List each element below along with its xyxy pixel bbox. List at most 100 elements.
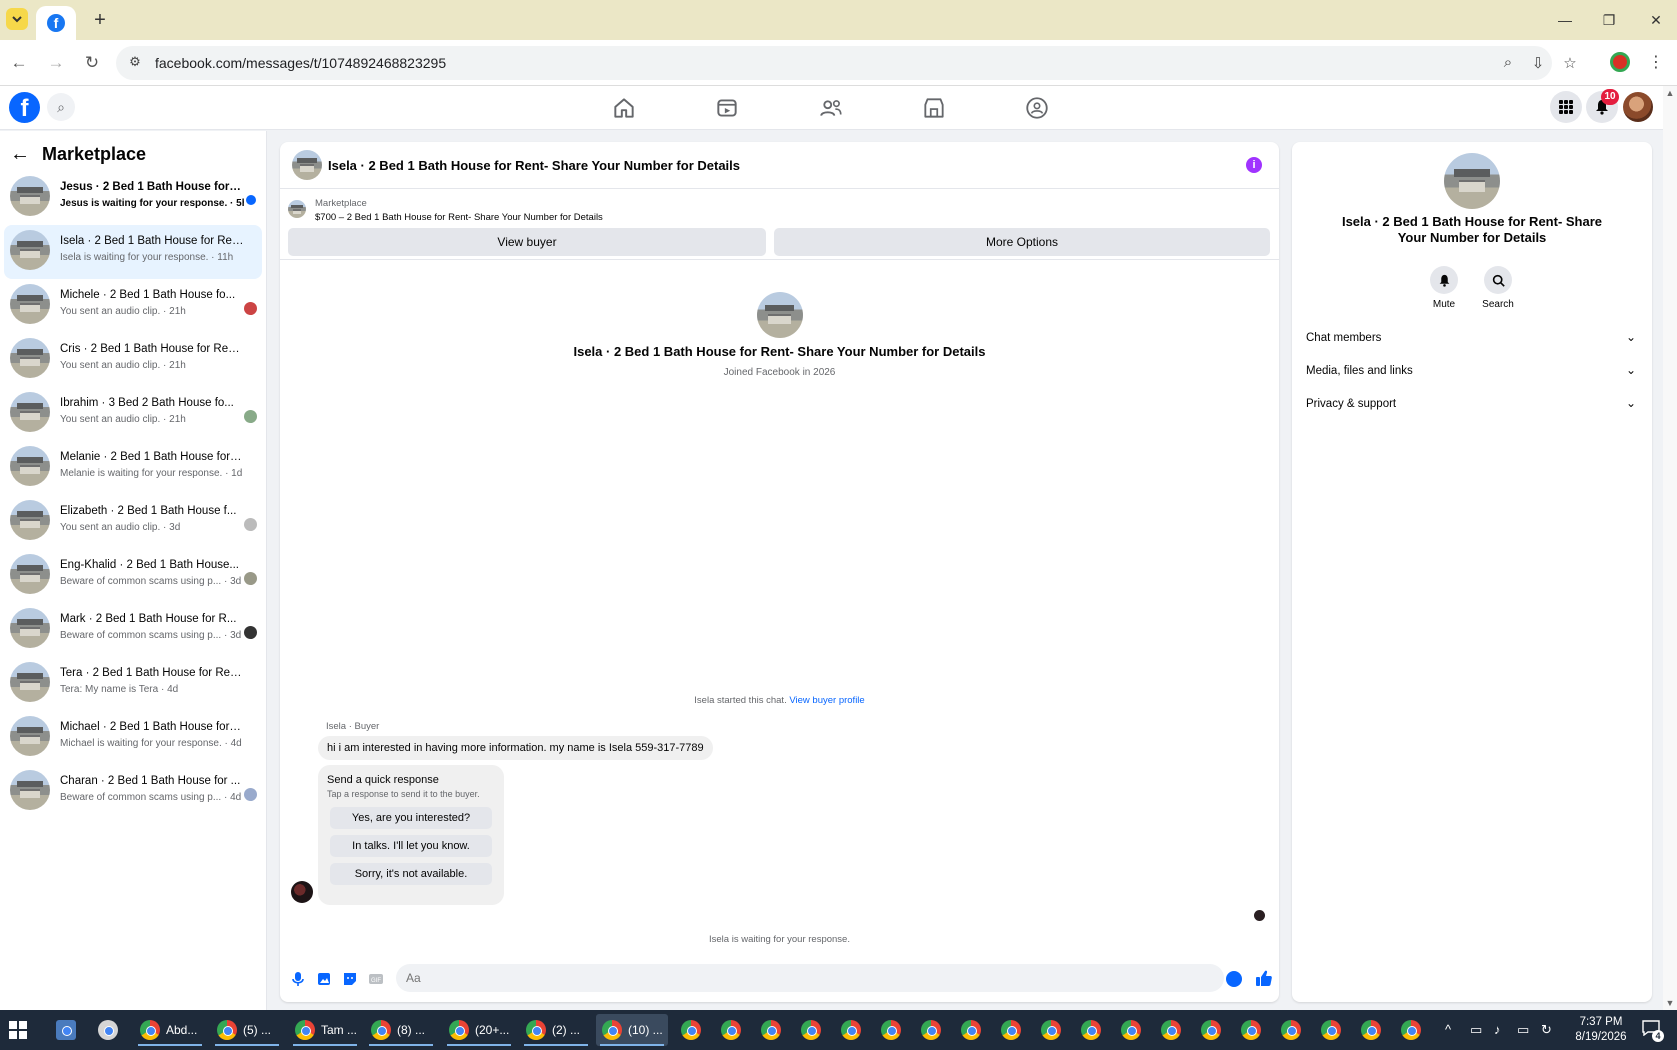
conversation-item[interactable]: Jesus · 2 Bed 1 Bath House for Re... Jesu… — [4, 171, 262, 225]
chrome-icon[interactable] — [721, 1020, 741, 1040]
chrome-icon[interactable] — [1241, 1020, 1261, 1040]
conversation-item[interactable]: Eng-Khalid · 2 Bed 1 Bath House... Beware… — [4, 549, 262, 603]
conversation-item[interactable]: Elizabeth · 2 Bed 1 Bath House f... You s… — [4, 495, 262, 549]
windows-start-icon[interactable] — [8, 1020, 28, 1040]
bell-icon[interactable] — [1430, 266, 1458, 294]
conversation-item[interactable]: Cris · 2 Bed 1 Bath House for Rent-... Yo… — [4, 333, 262, 387]
chat-title[interactable]: Isela · 2 Bed 1 Bath House for Rent- Sha… — [328, 158, 740, 173]
reload-icon[interactable]: ↻ — [81, 52, 103, 74]
minimize-button[interactable]: — — [1550, 8, 1580, 32]
view-buyer-button[interactable]: View buyer — [288, 228, 766, 256]
emoji-icon[interactable] — [1226, 971, 1242, 987]
taskbar-chrome-window[interactable]: (8) ... — [365, 1014, 437, 1046]
back-arrow-icon[interactable]: ← — [10, 143, 30, 166]
scroll-down-arrow-icon[interactable]: ▼ — [1663, 996, 1677, 1010]
info-icon[interactable]: i — [1246, 157, 1262, 173]
taskbar-clock[interactable]: 7:37 PM 8/19/2026 — [1566, 1015, 1636, 1045]
tab-search-chevron-icon[interactable] — [6, 8, 28, 30]
conversation-item[interactable]: Mark · 2 Bed 1 Bath House for R... Beware… — [4, 603, 262, 657]
chrome-icon[interactable] — [761, 1020, 781, 1040]
page-scrollbar[interactable]: ▲ ▼ — [1663, 86, 1677, 1010]
chrome-icon[interactable] — [921, 1020, 941, 1040]
site-info-icon[interactable]: ⚙ — [126, 54, 144, 72]
sync-icon[interactable]: ↻ — [1541, 1022, 1552, 1038]
more-options-button[interactable]: More Options — [774, 228, 1270, 256]
chat-members-section[interactable]: Chat members ⌄ — [1302, 326, 1642, 352]
chrome-icon[interactable] — [1201, 1020, 1221, 1040]
close-window-button[interactable]: ✕ — [1641, 8, 1671, 32]
chrome-icon[interactable] — [1041, 1020, 1061, 1040]
conversation-item[interactable]: Isela · 2 Bed 1 Bath House for Rent... Is… — [4, 225, 262, 279]
taskbar-chrome-window[interactable]: (2) ... — [520, 1014, 592, 1046]
restore-button[interactable]: ❐ — [1594, 8, 1624, 32]
conversation-item[interactable]: Charan · 2 Bed 1 Bath House for ... Bewar… — [4, 765, 262, 819]
new-tab-button[interactable]: + — [88, 8, 112, 32]
chrome-icon[interactable] — [841, 1020, 861, 1040]
taskbar-chrome-window[interactable]: Abd... — [134, 1014, 206, 1046]
thumbs-up-icon[interactable] — [1255, 969, 1273, 987]
notification-center-icon[interactable]: 4 — [1642, 1020, 1664, 1042]
buyer-profile-thumbnail[interactable] — [756, 292, 803, 338]
chrome-icon[interactable] — [1321, 1020, 1341, 1040]
bookmark-star-icon[interactable]: ☆ — [1560, 54, 1580, 72]
facebook-logo-icon[interactable]: f — [9, 92, 40, 123]
zoom-icon[interactable]: ⌕ — [1498, 54, 1518, 72]
browser-profile-icon[interactable] — [1610, 52, 1630, 72]
back-icon[interactable]: ← — [8, 52, 30, 74]
url-text[interactable]: facebook.com/messages/t/1074892468823295 — [155, 55, 446, 71]
quick-response-button[interactable]: In talks. I'll let you know. — [330, 835, 492, 857]
pinned-app-icon[interactable] — [56, 1020, 76, 1040]
facebook-search-icon[interactable]: ⌕ — [47, 93, 75, 121]
paint-app-icon[interactable] — [98, 1020, 118, 1040]
chrome-icon[interactable] — [1281, 1020, 1301, 1040]
conversation-item[interactable]: Ibrahim · 3 Bed 2 Bath House fo... You se… — [4, 387, 262, 441]
chrome-icon[interactable] — [881, 1020, 901, 1040]
marketplace-icon[interactable] — [921, 95, 947, 121]
volume-icon[interactable]: ♪ — [1494, 1022, 1501, 1037]
menu-grid-icon[interactable] — [1550, 91, 1582, 123]
chrome-icon[interactable] — [1121, 1020, 1141, 1040]
message-bubble[interactable]: hi i am interested in having more inform… — [318, 736, 713, 760]
search-icon[interactable] — [1484, 266, 1512, 294]
quick-response-button[interactable]: Yes, are you interested? — [330, 807, 492, 829]
install-app-icon[interactable]: ⇩ — [1528, 54, 1548, 72]
groups-icon[interactable] — [1024, 95, 1050, 121]
browser-menu-icon[interactable]: ⋮ — [1648, 52, 1664, 72]
chrome-icon[interactable] — [681, 1020, 701, 1040]
message-input[interactable] — [396, 964, 1224, 992]
chrome-icon[interactable] — [1401, 1020, 1421, 1040]
taskbar-chrome-window[interactable]: (10) ... — [596, 1014, 668, 1046]
account-avatar[interactable] — [1623, 92, 1653, 122]
microphone-icon[interactable] — [290, 971, 306, 987]
show-hidden-icons-chevron-icon[interactable]: ^ — [1445, 1022, 1451, 1037]
friends-icon[interactable] — [818, 95, 844, 121]
facebook-tab[interactable]: f — [36, 6, 76, 40]
chrome-icon[interactable] — [1001, 1020, 1021, 1040]
scroll-up-arrow-icon[interactable]: ▲ — [1663, 86, 1677, 100]
chrome-icon[interactable] — [961, 1020, 981, 1040]
forward-icon[interactable]: → — [45, 52, 67, 74]
sticker-icon[interactable] — [342, 971, 358, 987]
mute-action[interactable]: Mute — [1419, 266, 1469, 310]
conversation-item[interactable]: Tera · 2 Bed 1 Bath House for Rent-... Te… — [4, 657, 262, 711]
conversation-item[interactable]: Michael · 2 Bed 1 Bath House for R... Mic… — [4, 711, 262, 765]
photo-icon[interactable] — [316, 971, 332, 987]
listing-title[interactable]: $700 – 2 Bed 1 Bath House for Rent- Shar… — [315, 212, 603, 223]
gif-icon[interactable]: GIF — [368, 971, 384, 987]
meet-now-icon[interactable]: ▭ — [1470, 1022, 1482, 1038]
chrome-icon[interactable] — [801, 1020, 821, 1040]
conversation-item[interactable]: Michele · 2 Bed 1 Bath House fo... You se… — [4, 279, 262, 333]
search-action[interactable]: Search — [1473, 266, 1523, 310]
privacy-support-section[interactable]: Privacy & support ⌄ — [1302, 392, 1642, 418]
network-icon[interactable]: ▭ — [1517, 1022, 1529, 1038]
chrome-icon[interactable] — [1361, 1020, 1381, 1040]
info-thumbnail[interactable] — [1444, 153, 1500, 209]
taskbar-chrome-window[interactable]: (5) ... — [211, 1014, 283, 1046]
chrome-icon[interactable] — [1161, 1020, 1181, 1040]
conversation-item[interactable]: Melanie · 2 Bed 1 Bath House for R... Mel… — [4, 441, 262, 495]
taskbar-chrome-window[interactable]: (20+... — [443, 1014, 515, 1046]
media-files-links-section[interactable]: Media, files and links ⌄ — [1302, 359, 1642, 385]
video-icon[interactable] — [714, 95, 740, 121]
chat-header-thumbnail[interactable] — [292, 150, 322, 180]
view-buyer-profile-link[interactable]: View buyer profile — [789, 695, 864, 706]
